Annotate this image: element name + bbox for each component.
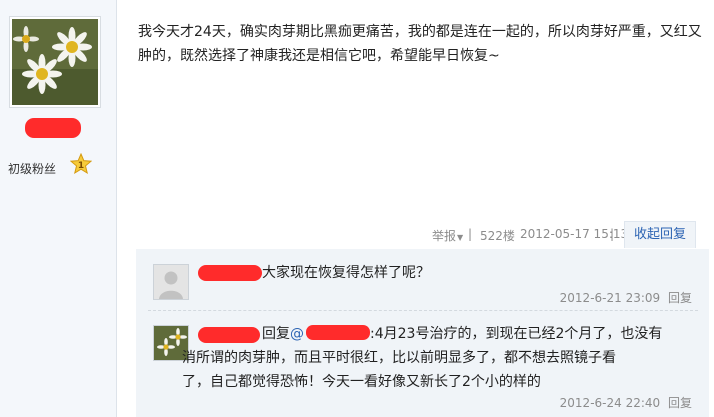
mention-link[interactable]: @ <box>290 325 370 342</box>
dropdown-arrow-icon: ▼ <box>457 233 464 242</box>
reply-username-redacted[interactable] <box>198 327 260 343</box>
reply-list: 大家现在恢复得怎样了呢？ 2012-6-21 23:09 回复 回复@:4月2… <box>136 249 709 417</box>
floor-number: 522楼 <box>480 229 515 243</box>
reply-button[interactable]: 回复 <box>668 291 692 305</box>
reply-text-line: :4月23号治疗的，到现在已经2个月了，也没有 <box>370 326 663 342</box>
reply-text: 大家现在恢复得怎样了呢？ <box>262 265 430 281</box>
username-redacted[interactable] <box>25 118 81 138</box>
mentioned-user-redacted <box>306 325 370 340</box>
rank-star-icon: 1 <box>69 152 93 175</box>
reply-item: 大家现在恢复得怎样了呢？ 2012-6-21 23:09 回复 <box>136 249 709 311</box>
daisy-avatar-image <box>12 19 98 105</box>
reply-meta: 2012-6-24 22:40 回复 <box>556 394 692 411</box>
collapse-replies-button[interactable]: 收起回复 <box>624 221 696 248</box>
reply-button[interactable]: 回复 <box>668 396 692 410</box>
reply-time: 2012-6-24 22:40 <box>559 396 661 410</box>
reply-prefix: 回复 <box>262 326 290 342</box>
post-content: 我今天才24天，确实肉芽期比黑痂更痛苦，我的都是连在一起的，所以肉芽好严重，又红… <box>138 24 702 64</box>
user-avatar[interactable] <box>9 16 101 108</box>
report-button[interactable]: 举报▼ <box>432 227 463 244</box>
post-main: 我今天才24天，确实肉芽期比黑痂更痛苦，我的都是连在一起的，所以肉芽好严重，又红… <box>116 0 714 417</box>
svg-text:1: 1 <box>78 161 84 171</box>
meta-separator: | <box>610 227 615 241</box>
default-avatar-icon[interactable] <box>153 264 189 300</box>
reply-time: 2012-6-21 23:09 <box>559 291 661 305</box>
user-rank-label: 初级粉丝 <box>8 162 57 176</box>
reply-text-line: 消所谓的肉芽肿，而且平时很红，比以前明显多了，都不想去照镜子看 <box>182 350 616 366</box>
reply-text: 回复@:4月23号治疗的，到现在已经2个月了，也没有 <box>262 322 702 346</box>
post-meta-bar: 举报▼ | 522楼 2012-05-17 15:13 | 收起回复 <box>116 221 714 248</box>
reply-meta: 2012-6-21 23:09 回复 <box>556 289 692 306</box>
meta-separator: | <box>468 227 473 241</box>
reply-text-line: 了，自己都觉得恐怖！今天一看好像又新长了2个小的样的 <box>182 374 541 390</box>
user-sidebar: 初级粉丝 1 <box>0 0 117 417</box>
reply-username-redacted[interactable] <box>198 265 262 281</box>
reply-item: 回复@:4月23号治疗的，到现在已经2个月了，也没有 消所谓的肉芽肿，而且平时很… <box>136 311 709 417</box>
